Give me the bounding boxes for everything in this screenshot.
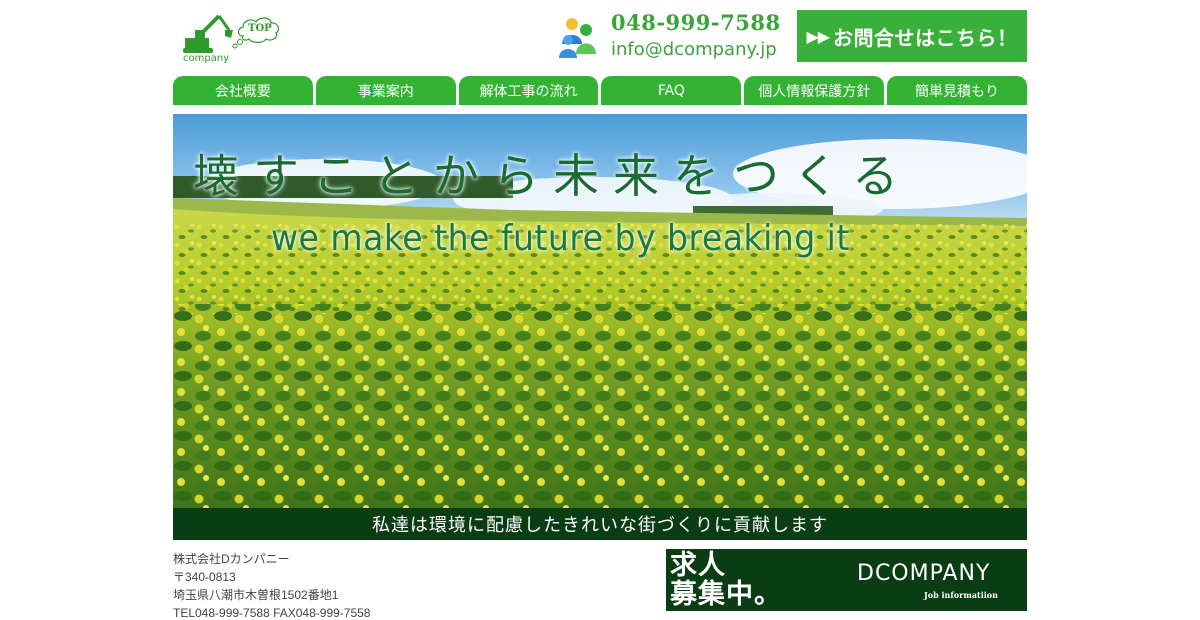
logo[interactable]: TOP company [181, 8, 291, 66]
company-address: 株式会社Dカンパニー 〒340-0813 埼玉県八潮市木曽根1502番地1 TE… [173, 550, 370, 620]
nav-item-business[interactable]: 事業案内 [315, 76, 456, 105]
people-icon [559, 18, 596, 58]
recruit-line1: 求人 [670, 550, 726, 581]
play-arrows-icon: ▶▶ [806, 26, 830, 46]
company-name: 株式会社Dカンパニー [173, 552, 290, 566]
logo-brand-text: company [183, 53, 230, 64]
page-wrapper: TOP company 048-999-7588 info@dcompany.j… [173, 0, 1027, 620]
recruit-sub: Job informatiion [924, 590, 998, 600]
tel-fax: TEL048-999-7588 FAX048-999-7558 [173, 606, 371, 620]
street-address: 埼玉県八潮市木曽根1502番地1 [173, 588, 339, 602]
recruit-line2: 募集中。 [670, 579, 782, 610]
main-nav: 会社概要 事業案内 解体工事の流れ FAQ 個人情報保護方針 簡単見積もり [173, 76, 1027, 105]
hero-image: 壊すことから未来をつくる we make the future by break… [173, 114, 1027, 508]
nav-item-faq[interactable]: FAQ [601, 76, 742, 105]
recruit-heading: 求人 募集中。 [670, 551, 782, 609]
nav-item-company[interactable]: 会社概要 [173, 76, 313, 105]
hero-title-jp: 壊すことから未来をつくる [193, 149, 913, 203]
contact-button[interactable]: ▶▶ お問合せはこちら！ [797, 10, 1027, 62]
mission-banner: 私達は環境に配慮したきれいな街づくりに貢献します [173, 508, 1027, 540]
recruit-brand: DCOMPANY [857, 561, 991, 586]
recruit-banner[interactable]: 求人 募集中。 DCOMPANY Job informatiion [666, 549, 1027, 611]
nav-item-estimate[interactable]: 簡単見積もり [887, 76, 1027, 105]
email-address[interactable]: info@dcompany.jp [611, 39, 777, 60]
nav-item-privacy[interactable]: 個人情報保護方針 [744, 76, 885, 105]
logo-bubble-text: TOP [248, 23, 272, 34]
contact-button-label: お問合せはこちら！ [833, 25, 1018, 50]
postal-code: 〒340-0813 [173, 570, 236, 584]
phone-number[interactable]: 048-999-7588 [611, 10, 781, 35]
contact-info: 048-999-7588 info@dcompany.jp [556, 10, 786, 64]
hero-title-en: we make the future by breaking it [271, 218, 850, 259]
nav-item-flow[interactable]: 解体工事の流れ [458, 76, 599, 105]
